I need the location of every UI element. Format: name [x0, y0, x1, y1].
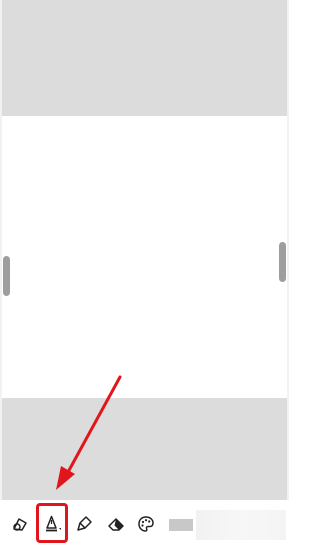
lasso-tool[interactable]: [8, 512, 32, 536]
right-edge: [287, 0, 289, 549]
color-palette-tool[interactable]: [134, 512, 158, 536]
pen-icon: [46, 515, 61, 532]
eraser-tool[interactable]: [104, 512, 128, 536]
right-resize-handle[interactable]: [279, 242, 286, 282]
previous-page-area: [2, 0, 287, 116]
palette-icon: [138, 516, 154, 532]
next-page-area: [2, 398, 287, 500]
canvas-screen: [0, 0, 289, 549]
blurred-toolbar-area: [196, 510, 286, 540]
drawing-page[interactable]: [2, 116, 287, 398]
pen-tool[interactable]: [40, 512, 64, 536]
lasso-icon: [13, 518, 27, 531]
left-resize-handle[interactable]: [3, 256, 10, 296]
highlighter-tool[interactable]: [73, 512, 97, 536]
color-swatch[interactable]: [169, 519, 193, 531]
eraser-icon: [108, 518, 124, 531]
highlighter-icon: [77, 516, 92, 531]
